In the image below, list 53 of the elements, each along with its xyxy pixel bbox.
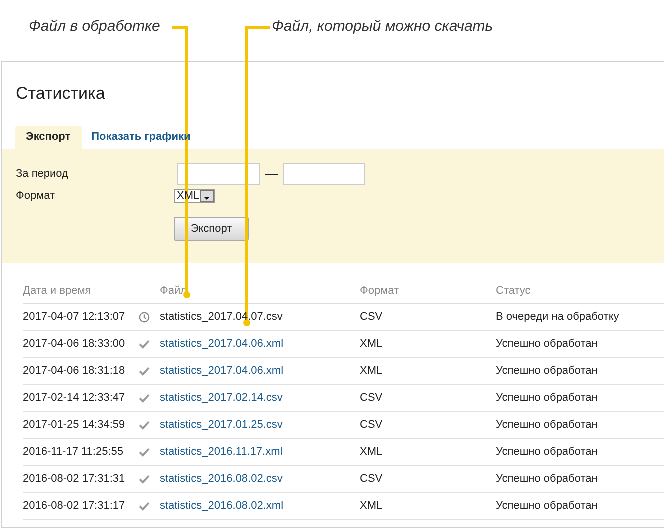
checkmark-icon (139, 474, 150, 484)
format-label: Формат (16, 188, 56, 204)
checkmark-icon (139, 448, 150, 456)
dash-text: — (265, 165, 278, 184)
file-link[interactable]: statistics_2016.11.17.xml (160, 446, 283, 458)
file-link[interactable]: statistics_2016.08.02.xml (160, 500, 284, 512)
checkmark-icon (139, 340, 150, 348)
format-cell-text: XML (360, 444, 384, 460)
date-cell-text: 2016-11-17 11:25:55 (23, 444, 125, 460)
status-cell-text: В очереди на обработку (496, 310, 620, 325)
format-cell-text: CSV (360, 390, 384, 406)
period-label: За период (16, 166, 70, 182)
status-cell-text: Успешно обработан (496, 364, 599, 379)
status-cell-text: Успешно обработан (496, 418, 599, 433)
status-cell-text: Успешно обработан (496, 336, 599, 352)
status-cell-text: Успешно обработан (496, 390, 599, 406)
file-link[interactable]: statistics_2017.01.25.csv (160, 418, 283, 431)
format-cell-text: CSV (360, 472, 384, 487)
date-cell-text: 2017-02-14 12:33:47 (23, 390, 126, 406)
file-link[interactable]: statistics_2016.08.02.csv (160, 472, 283, 485)
checkmark-icon (139, 420, 150, 430)
date-cell-text: 2017-04-07 12:13:07 (23, 310, 126, 325)
format-cell-text: XML (360, 498, 384, 514)
file-link[interactable]: statistics_2017.02.14.csv (160, 392, 283, 404)
date-to-field[interactable] (283, 163, 365, 185)
page-title: Статистика (15, 83, 106, 105)
column-header: Дата и время (23, 284, 92, 299)
status-cell-text: Успешно обработан (496, 498, 599, 514)
date-cell-text: 2017-01-25 14:34:59 (23, 418, 126, 433)
format-cell-text: XML (360, 364, 384, 379)
date-cell-text: 2016-08-02 17:31:31 (23, 472, 126, 487)
column-header: Формат (360, 284, 400, 299)
clock-icon (139, 312, 150, 322)
status-cell-text: Успешно обработан (496, 444, 599, 460)
checkmark-icon (139, 394, 150, 402)
format-cell-text: CSV (360, 418, 384, 433)
date-cell-text: 2016-08-02 17:31:17 (23, 498, 126, 514)
tab[interactable]: Экспорт (15, 126, 82, 149)
date-cell-text: 2017-04-06 18:31:18 (23, 364, 126, 379)
checkmark-icon (139, 502, 150, 510)
date-cell-text: 2017-04-06 18:33:00 (23, 336, 126, 352)
checkmark-icon (139, 366, 150, 376)
dropdown-icon (200, 190, 214, 202)
file-link[interactable]: statistics_2017.04.06.xml (160, 364, 284, 377)
date-from-field[interactable] (177, 163, 260, 185)
status-cell-text: Успешно обработан (496, 472, 599, 487)
file-link[interactable]: statistics_2017.04.06.xml (160, 338, 284, 350)
format-cell-text: CSV (360, 310, 384, 325)
format-cell-text: XML (360, 336, 384, 352)
column-header: Статус (496, 284, 532, 299)
annotation-text: Файл, который можно скачать (272, 17, 494, 37)
export-button[interactable]: Экспорт (174, 217, 249, 241)
annotation-text: Файл в обработке (29, 17, 160, 37)
